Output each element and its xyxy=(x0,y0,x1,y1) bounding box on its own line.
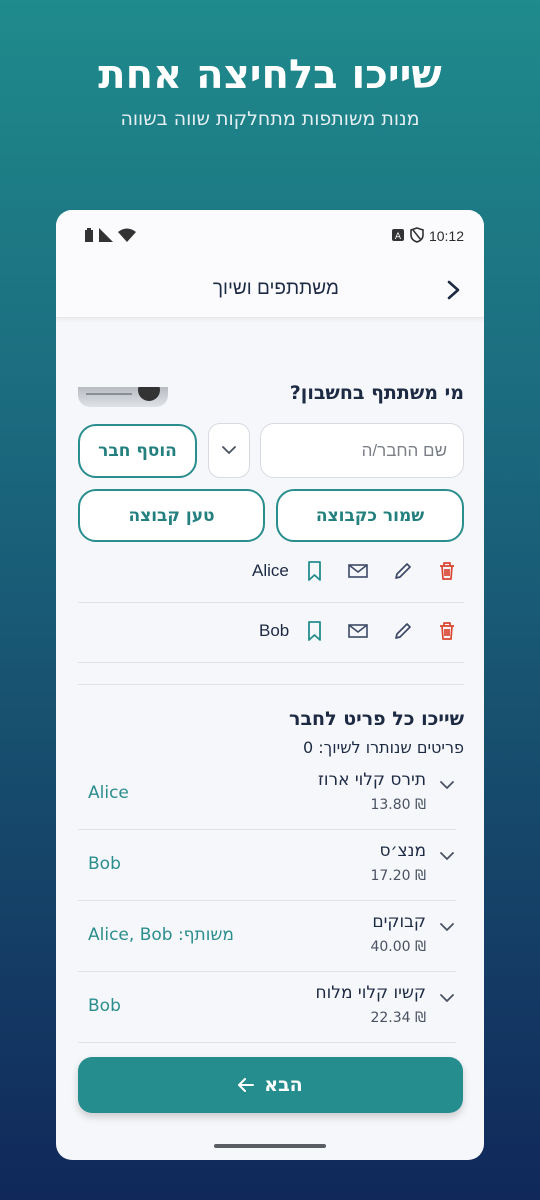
delete-icon[interactable] xyxy=(438,561,456,581)
mail-icon[interactable] xyxy=(348,624,368,638)
item-price: ₪ 22.34 xyxy=(370,1010,426,1026)
item-price: ₪ 17.20 xyxy=(370,868,426,884)
members-dropdown-button[interactable] xyxy=(208,423,250,478)
chevron-down-icon[interactable] xyxy=(440,781,454,790)
item-name: תירס קלוי ארוז xyxy=(317,770,426,790)
item-row[interactable]: קשיו קלוי מלוח ₪ 22.34 Bob xyxy=(78,972,456,1043)
bookmark-icon[interactable] xyxy=(307,561,322,581)
edit-icon[interactable] xyxy=(394,621,412,641)
section-divider xyxy=(78,684,464,685)
delete-icon[interactable] xyxy=(438,621,456,641)
member-name: Alice xyxy=(252,561,289,580)
item-row[interactable]: קבוקים ₪ 40.00 משותף: Alice, Bob xyxy=(78,901,456,972)
next-button-label: הבא xyxy=(264,1074,303,1096)
item-price: ₪ 40.00 xyxy=(370,939,426,955)
item-name: מנצ׳ס xyxy=(379,841,426,861)
status-icons-left xyxy=(84,228,136,242)
member-row: Bob xyxy=(78,603,464,663)
member-name: Bob xyxy=(259,621,290,640)
chevron-right-icon[interactable] xyxy=(446,279,462,301)
status-time: 10:12 xyxy=(428,228,464,244)
member-name-input[interactable] xyxy=(260,423,464,478)
promo-subtitle: מנות משותפות מתחלקות שווה בשווה xyxy=(120,108,420,130)
item-name: קשיו קלוי מלוח xyxy=(315,983,426,1003)
save-group-button[interactable]: שמור כקבוצה xyxy=(276,489,464,542)
next-button[interactable]: הבא xyxy=(78,1057,463,1113)
signal-icon xyxy=(99,228,113,242)
add-member-button[interactable]: הוסף חבר xyxy=(78,424,197,478)
chevron-down-icon[interactable] xyxy=(440,923,454,932)
battery-icon xyxy=(85,228,93,242)
shield-icon xyxy=(410,227,424,243)
arrow-left-icon xyxy=(238,1078,255,1092)
item-assignee[interactable]: Bob xyxy=(88,854,121,874)
item-row[interactable]: תירס קלוי ארוז ₪ 13.80 Alice xyxy=(78,759,456,830)
item-name: קבוקים xyxy=(372,912,426,932)
item-assignee[interactable]: משותף: Alice, Bob xyxy=(88,925,234,945)
home-indicator[interactable] xyxy=(214,1144,326,1148)
mail-icon[interactable] xyxy=(348,564,368,578)
item-row[interactable]: מנצ׳ס ₪ 17.20 Bob xyxy=(78,830,456,901)
item-price: ₪ 13.80 xyxy=(370,797,426,813)
chevron-down-icon xyxy=(222,446,236,454)
edit-icon[interactable] xyxy=(394,561,412,581)
receipt-thumbnail[interactable] xyxy=(78,387,168,407)
chevron-down-icon[interactable] xyxy=(440,994,454,1003)
bookmark-icon[interactable] xyxy=(307,621,322,641)
a-badge-icon: A xyxy=(392,229,404,241)
phone-screen: A 10:12 משתתפים ושיוך מי משתתף בחשבון? ה… xyxy=(56,210,484,1160)
status-icons-right: A xyxy=(392,227,424,243)
participants-title: מי משתתף בחשבון? xyxy=(289,382,464,404)
remaining-items-count: פריטים שנותרו לשיוך: 0 xyxy=(303,738,464,757)
chevron-down-icon[interactable] xyxy=(440,852,454,861)
item-assignee[interactable]: Bob xyxy=(88,996,121,1016)
app-bar-title: משתתפים ושיוך xyxy=(212,278,339,299)
assignment-title: שייכו כל פריט לחבר xyxy=(289,708,464,730)
item-assignee[interactable]: Alice xyxy=(88,783,129,803)
load-group-button[interactable]: טען קבוצה xyxy=(78,489,265,542)
member-row: Alice xyxy=(78,543,464,603)
status-bar: A 10:12 xyxy=(56,210,484,262)
wifi-icon xyxy=(118,228,136,242)
promo-title: שייכו בלחיצה אחת xyxy=(98,52,442,98)
app-bar: משתתפים ושיוך xyxy=(56,262,484,318)
svg-text:A: A xyxy=(395,232,402,241)
